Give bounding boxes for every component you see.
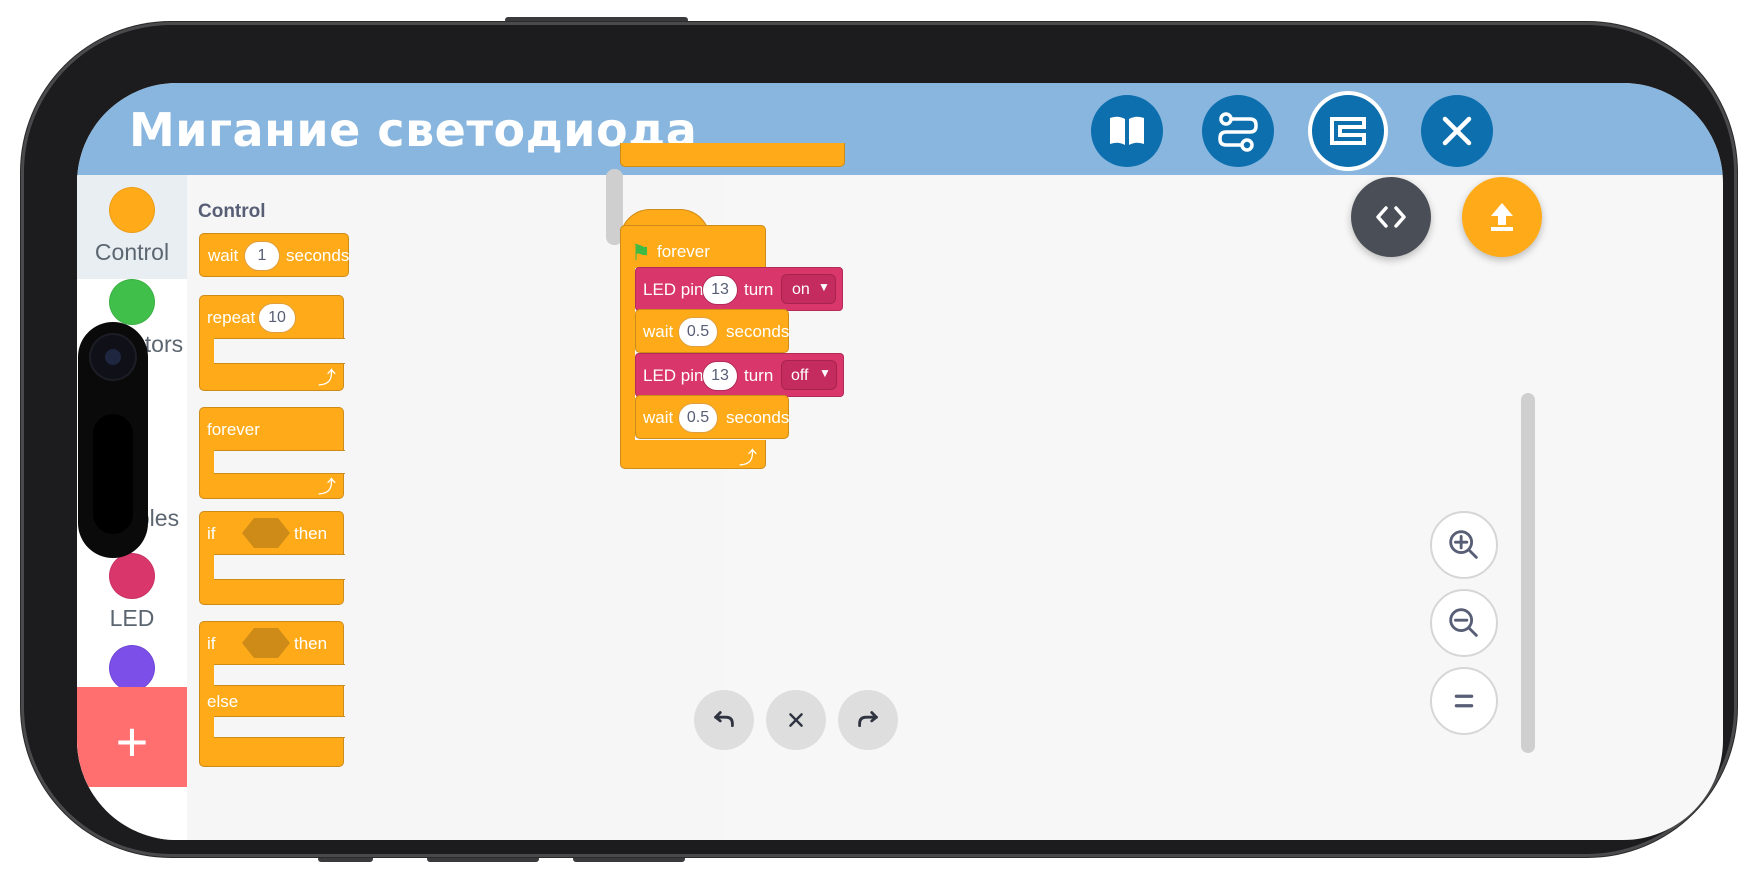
chevron-down-icon: ▼ <box>819 366 831 380</box>
pin-input[interactable]: 13 <box>702 361 738 391</box>
upload-icon <box>1491 203 1513 231</box>
chevron-down-icon: ▼ <box>818 280 830 294</box>
block-text: seconds <box>726 322 790 341</box>
condition-slot[interactable] <box>242 628 290 658</box>
category-led[interactable]: LED <box>77 541 187 645</box>
dropdown-value: on <box>792 281 810 298</box>
zoom-in-button[interactable] <box>1430 511 1498 579</box>
block-text: if <box>207 524 216 543</box>
value-input[interactable]: 0.5 <box>678 403 718 433</box>
undo-button[interactable] <box>694 690 754 750</box>
sensor-cutout <box>93 414 133 534</box>
value-input[interactable]: 10 <box>258 303 296 333</box>
circuit-icon <box>1218 112 1258 152</box>
c-slot <box>214 716 345 738</box>
page-title: Мигание светодиода <box>129 103 698 157</box>
zoom-out-icon <box>1449 608 1478 637</box>
redo-button[interactable] <box>838 690 898 750</box>
if-else-block[interactable]: if then else <box>199 621 345 767</box>
code-icon <box>1376 206 1406 228</box>
camera-icon <box>91 335 135 379</box>
undo-icon <box>714 711 734 727</box>
loop-arrow-icon: ⤴ <box>318 477 336 497</box>
close-button[interactable] <box>1421 95 1493 167</box>
camera-cutout <box>78 322 148 558</box>
category-label: Control <box>94 239 170 265</box>
category-label: LED <box>109 605 155 631</box>
wait-block[interactable]: wait 1 seconds <box>199 233 349 277</box>
category-dot <box>109 279 155 325</box>
app-screen: Мигание светодиода Control Operators <box>77 83 1723 840</box>
c-slot <box>214 338 345 364</box>
condition-slot[interactable] <box>242 518 290 548</box>
redo-icon <box>858 711 878 727</box>
block-text: repeat <box>207 308 256 327</box>
category-dot <box>109 553 155 599</box>
code-view-button[interactable] <box>1351 177 1431 257</box>
equals-icon <box>1454 694 1474 708</box>
value-input[interactable]: 0.5 <box>678 317 718 347</box>
flyout-title: Control <box>198 201 266 222</box>
wait-script-block[interactable]: wait 0.5 seconds <box>635 395 789 439</box>
block-text: LED pin <box>643 280 704 299</box>
block-text: if <box>207 634 216 653</box>
led-off-block[interactable]: LED pin 13 turn off ▼ <box>635 353 844 397</box>
block-text: turn <box>744 366 774 385</box>
category-dot <box>109 645 155 691</box>
upload-button[interactable] <box>1462 177 1542 257</box>
zoom-out-button[interactable] <box>1430 589 1498 657</box>
c-slot <box>214 664 345 686</box>
block-text: turn <box>744 280 774 299</box>
clear-button[interactable] <box>766 690 826 750</box>
blocks-button[interactable] <box>1312 95 1384 167</box>
pin-input[interactable]: 13 <box>702 275 738 305</box>
dropdown-value: off <box>791 367 809 384</box>
docs-button[interactable] <box>1091 95 1163 167</box>
block-text: forever <box>207 420 260 439</box>
c-slot <box>214 554 345 580</box>
green-flag-icon: ⚑ <box>631 240 651 265</box>
category-dot <box>109 187 155 233</box>
c-slot <box>214 450 345 474</box>
if-then-block[interactable]: if then <box>199 511 345 605</box>
loop-arrow-icon: ⤴ <box>318 368 336 388</box>
block-text: then <box>294 524 328 543</box>
book-icon <box>1110 116 1144 145</box>
state-dropdown[interactable]: off ▼ <box>781 360 837 390</box>
loop-arrow-icon: ⤴ <box>739 448 757 468</box>
block-text: LED pin <box>643 366 704 385</box>
led-on-block[interactable]: LED pin 13 turn on ▼ <box>635 267 843 311</box>
block-text: wait <box>643 322 674 341</box>
circuit-button[interactable] <box>1202 95 1274 167</box>
wait-script-block[interactable]: wait 0.5 seconds <box>635 309 789 353</box>
partial-block-top <box>620 143 845 167</box>
add-extension-button[interactable]: + <box>77 687 187 787</box>
block-text: forever <box>657 242 710 261</box>
category-control[interactable]: Control <box>77 175 187 279</box>
forever-block[interactable]: forever ⤴ <box>199 407 345 499</box>
block-text: seconds <box>286 246 350 265</box>
block-text: wait <box>643 408 674 427</box>
close-icon <box>789 713 803 727</box>
block-text: then <box>294 634 328 653</box>
state-dropdown[interactable]: on ▼ <box>781 274 836 304</box>
repeat-block[interactable]: repeat 10 ⤴ <box>199 295 345 391</box>
block-text: wait <box>208 246 239 265</box>
phone-frame: Мигание светодиода Control Operators <box>21 22 1737 857</box>
zoom-in-icon <box>1449 530 1478 559</box>
script-stack[interactable]: ⚑ forever ⤴ LED pin 13 turn on ▼ wait 0.… <box>620 209 900 479</box>
block-text: seconds <box>726 408 790 427</box>
header-bar: Мигание светодиода <box>77 83 1723 175</box>
zoom-reset-button[interactable] <box>1430 667 1498 735</box>
block-text: else <box>207 692 239 711</box>
close-icon <box>1442 116 1472 146</box>
workspace-scrollbar[interactable] <box>1521 393 1535 753</box>
value-input[interactable]: 1 <box>244 241 280 271</box>
blocks-icon <box>1330 117 1366 145</box>
